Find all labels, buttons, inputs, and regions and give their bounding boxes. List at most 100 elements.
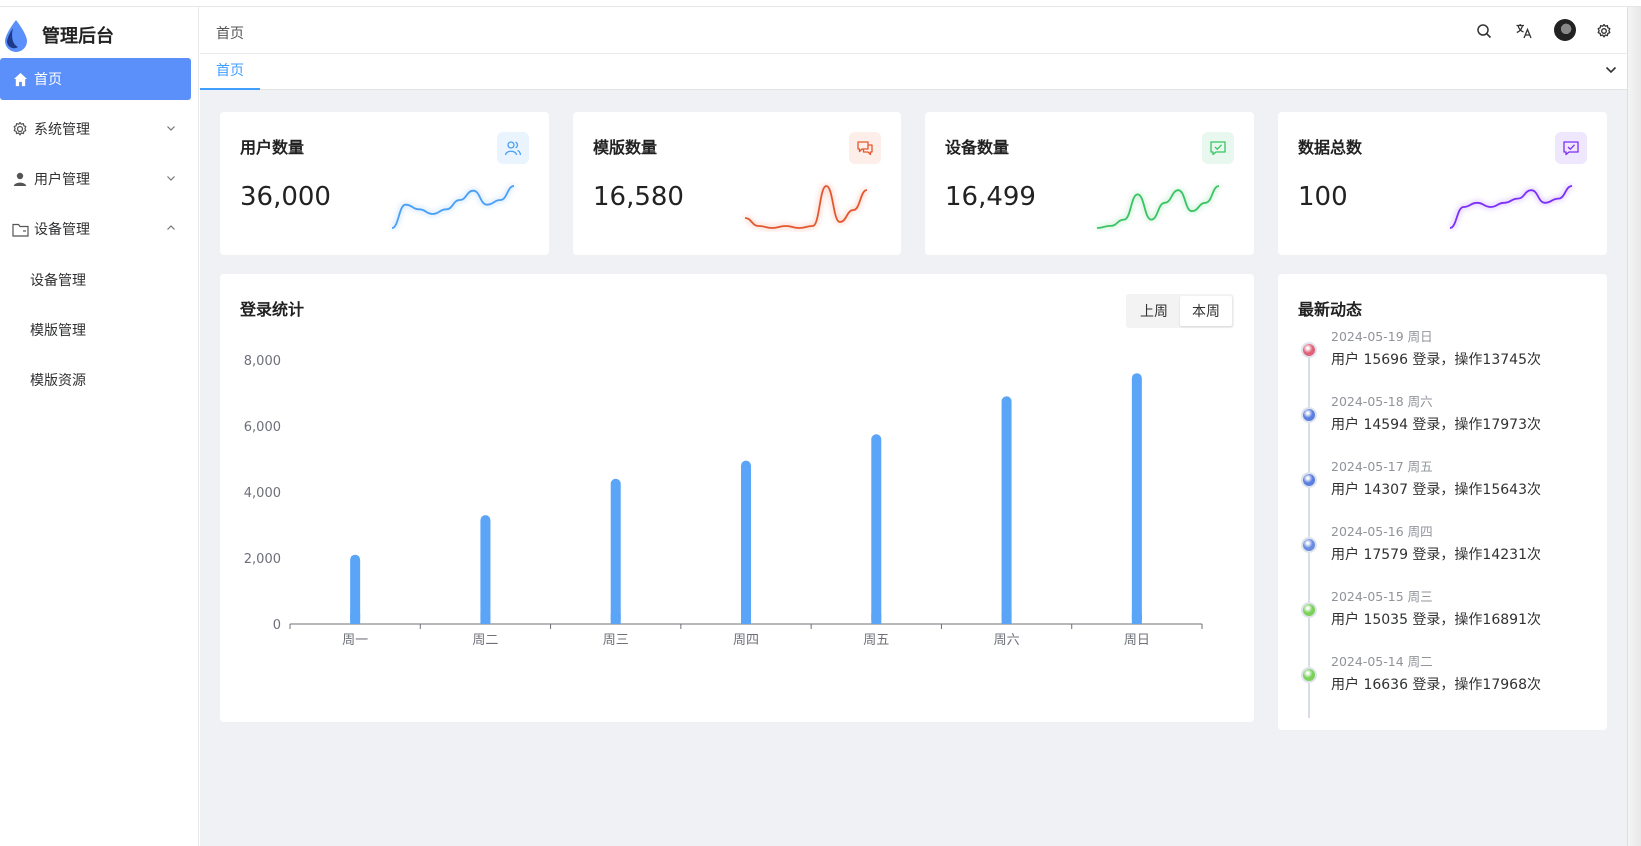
timeline-item: 2024-05-14 周二 用户 16636 登录，操作17968次	[1298, 651, 1588, 711]
message-check-icon	[1555, 132, 1587, 164]
stat-card-devices: 设备数量 16,499	[925, 112, 1254, 255]
window-top-bar	[0, 0, 1641, 7]
chat-icon	[849, 132, 881, 164]
sparkline-path	[1096, 185, 1220, 229]
timeline-date: 2024-05-16 周四	[1331, 524, 1433, 539]
sparkline	[744, 184, 868, 230]
timeline-dot	[1301, 472, 1317, 488]
timeline-date: 2024-05-14 周二	[1331, 654, 1433, 669]
bar[interactable]	[1131, 373, 1142, 624]
x-tick-label: 周五	[863, 633, 889, 648]
sidebar-item-label: 首页	[34, 72, 62, 88]
search-icon[interactable]	[1473, 20, 1495, 42]
chevron-down-icon	[167, 126, 175, 131]
timeline-dot	[1301, 602, 1317, 618]
avatar[interactable]	[1554, 19, 1576, 41]
app-title: 管理后台	[42, 26, 114, 47]
bar[interactable]	[1001, 396, 1012, 624]
logo[interactable]: 管理后台	[0, 18, 114, 52]
x-tick-label: 周日	[1124, 633, 1150, 648]
main-content: 用户数量 36,000 模版数量 16,580 设备数量 16,499 数据总数…	[200, 90, 1627, 846]
message-check-icon	[1202, 132, 1234, 164]
sparkline	[1096, 184, 1220, 230]
bar[interactable]	[610, 478, 621, 624]
settings-icon[interactable]	[1593, 20, 1615, 42]
submenu-item-templates[interactable]: 模版管理	[30, 320, 86, 340]
stat-value: 36,000	[240, 182, 331, 212]
timeline-dot	[1301, 667, 1317, 683]
folder-icon	[11, 220, 29, 238]
timeline-text: 用户 16636 登录，操作17968次	[1331, 677, 1541, 693]
x-tick-label: 周一	[342, 633, 368, 648]
timeline-date: 2024-05-19 周日	[1331, 329, 1433, 344]
stat-card-data: 数据总数 100	[1278, 112, 1607, 255]
sidebar-item-label: 用户管理	[34, 172, 90, 188]
submenu-item-devices[interactable]: 设备管理	[30, 270, 86, 290]
x-tick-label: 周三	[603, 633, 629, 648]
sidebar-item-system[interactable]: 系统管理	[0, 108, 191, 150]
timeline-date: 2024-05-17 周五	[1331, 459, 1433, 474]
panel-title: 最新动态	[1298, 300, 1363, 319]
y-tick-label: 6,000	[244, 420, 281, 435]
timeline-date: 2024-05-15 周三	[1331, 589, 1433, 604]
sparkline-glow	[744, 184, 868, 230]
x-tick-label: 周二	[472, 633, 498, 648]
stat-value: 16,499	[945, 182, 1036, 212]
y-tick-label: 8,000	[244, 354, 281, 369]
timeline-dot	[1301, 537, 1317, 553]
bar[interactable]	[350, 554, 361, 624]
home-icon	[11, 70, 29, 88]
translate-icon[interactable]	[1513, 20, 1535, 42]
bar[interactable]	[741, 460, 751, 624]
stat-title: 设备数量	[945, 138, 1010, 157]
timeline-text: 用户 14594 登录，操作17973次	[1331, 417, 1541, 433]
bar-base	[1131, 614, 1142, 624]
sidebar: 管理后台 首页 系统管理 用户管理 设备管理 设备管理 模版管理 模版资源	[0, 7, 199, 846]
sidebar-item-label: 设备管理	[34, 222, 90, 238]
stat-card-templates: 模版数量 16,580	[573, 112, 901, 255]
sidebar-item-home[interactable]: 首页	[0, 58, 191, 100]
bar-base	[1001, 614, 1012, 624]
submenu-item-template-resources[interactable]: 模版资源	[30, 370, 86, 390]
stat-title: 模版数量	[593, 138, 658, 157]
y-tick-label: 0	[273, 618, 281, 633]
timeline-item: 2024-05-19 周日 用户 15696 登录，操作13745次	[1298, 326, 1588, 386]
stat-value: 100	[1298, 182, 1348, 212]
timeline-text: 用户 15035 登录，操作16891次	[1331, 612, 1541, 628]
sidebar-item-users[interactable]: 用户管理	[0, 158, 191, 200]
stat-card-users: 用户数量 36,000	[220, 112, 549, 255]
bar[interactable]	[480, 515, 491, 624]
tab-bar: 首页	[200, 54, 1627, 90]
activity-panel: 最新动态 2024-05-19 周日 用户 15696 登录，操作13745次 …	[1278, 274, 1607, 730]
chevron-up-icon	[167, 225, 175, 230]
timeline-dot	[1301, 407, 1317, 423]
login-stats-panel: 登录统计 上周 本周 0 2,000 4,000 6,000 8,000 周一 周二 周三 周四…	[220, 274, 1254, 722]
sparkline-glow	[391, 184, 515, 230]
sparkline-glow	[1449, 184, 1573, 230]
chevron-down-icon	[167, 176, 175, 181]
login-bar-chart: 0 2,000 4,000 6,000 8,000 周一 周二 周三 周四 周五 周六 周日	[244, 354, 1203, 648]
user-icon	[11, 170, 29, 188]
chevron-down-icon[interactable]	[1603, 62, 1619, 78]
timeline-text: 用户 17579 登录，操作14231次	[1331, 547, 1541, 563]
timeline-item: 2024-05-16 周四 用户 17579 登录，操作14231次	[1298, 521, 1588, 581]
timeline-item: 2024-05-15 周三 用户 15035 登录，操作16891次	[1298, 586, 1588, 646]
x-tick-label: 周四	[733, 633, 759, 648]
timeline-text: 用户 15696 登录，操作13745次	[1331, 352, 1541, 368]
sparkline-glow	[1096, 184, 1220, 230]
sparkline-path	[744, 185, 868, 229]
bar-base	[871, 614, 882, 624]
bar[interactable]	[871, 434, 882, 624]
breadcrumb[interactable]: 首页	[216, 23, 244, 43]
bar-base	[350, 614, 361, 624]
tab-home[interactable]: 首页	[200, 54, 260, 90]
bar-base	[741, 614, 751, 624]
bar-base	[480, 614, 491, 624]
sparkline	[1449, 184, 1573, 230]
timeline-date: 2024-05-18 周六	[1331, 394, 1433, 409]
stat-title: 用户数量	[240, 138, 305, 157]
logo-icon	[5, 20, 27, 52]
x-tick-label: 周六	[994, 633, 1020, 648]
sidebar-item-devices[interactable]: 设备管理	[0, 208, 191, 250]
users-icon	[497, 132, 529, 164]
